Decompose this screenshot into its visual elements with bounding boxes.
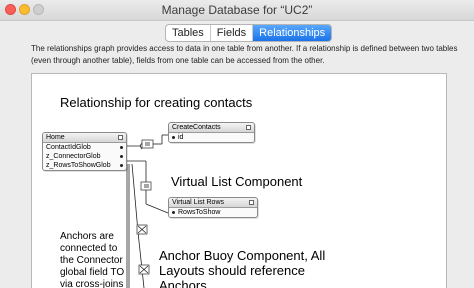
key-dot-icon xyxy=(172,211,175,214)
tab-relationships[interactable]: Relationships xyxy=(253,25,332,41)
key-dot-icon xyxy=(172,136,175,139)
table-occurrence-name: Virtual List Rows xyxy=(172,199,225,206)
relationships-graph[interactable]: Relationship for creating contacts Virtu… xyxy=(31,73,447,288)
window-title: Manage Database for “UC2” xyxy=(161,3,313,17)
table-occurrence-header: Virtual List Rows xyxy=(169,198,257,208)
key-dot-icon xyxy=(120,146,123,149)
field-row[interactable]: z_RowsToShowGlob xyxy=(43,161,126,170)
tab-fields[interactable]: Fields xyxy=(211,25,254,41)
field-name: id xyxy=(178,134,184,141)
note-anchors: Anchors are connected to the Connector g… xyxy=(60,231,125,288)
field-name: ContactIdGlob xyxy=(46,144,91,151)
field-name: z_RowsToShowGlob xyxy=(46,162,111,169)
tab-bar: Tables Fields Relationships xyxy=(165,24,333,42)
collapse-icon[interactable] xyxy=(246,125,251,130)
field-row[interactable]: RowsToShow xyxy=(169,208,257,217)
key-dot-icon xyxy=(120,164,123,167)
field-row[interactable]: id xyxy=(169,133,254,142)
table-occurrence-virtual-list-rows[interactable]: Virtual List Rows RowsToShow xyxy=(168,197,258,218)
note-anchor-buoy: Anchor Buoy Component, All Layouts shoul… xyxy=(159,248,326,288)
table-occurrence-header: Home xyxy=(43,133,126,143)
field-row[interactable]: ContactIdGlob xyxy=(43,143,126,152)
table-occurrence-createcontacts[interactable]: CreateContacts id xyxy=(168,122,255,143)
field-row[interactable]: z_ConnectorGlob xyxy=(43,152,126,161)
title-bar: Manage Database for “UC2” xyxy=(0,0,474,21)
table-occurrence-home[interactable]: Home ContactIdGlob z_ConnectorGlob z_Row… xyxy=(42,132,127,171)
key-dot-icon xyxy=(120,155,123,158)
field-name: RowsToShow xyxy=(178,209,221,216)
table-occurrence-name: Home xyxy=(46,134,65,141)
table-occurrence-header: CreateContacts xyxy=(169,123,254,133)
collapse-icon[interactable] xyxy=(249,200,254,205)
table-occurrence-name: CreateContacts xyxy=(172,124,221,131)
collapse-icon[interactable] xyxy=(118,135,123,140)
relationship-operator-icon xyxy=(140,181,152,191)
note-virtual-list: Virtual List Component xyxy=(171,174,303,189)
field-name: z_ConnectorGlob xyxy=(46,153,101,160)
note-contacts-heading: Relationship for creating contacts xyxy=(60,95,253,110)
relationships-description: The relationships graph provides access … xyxy=(31,44,458,65)
relationship-operator-icon xyxy=(141,139,154,149)
tab-tables[interactable]: Tables xyxy=(166,25,211,41)
